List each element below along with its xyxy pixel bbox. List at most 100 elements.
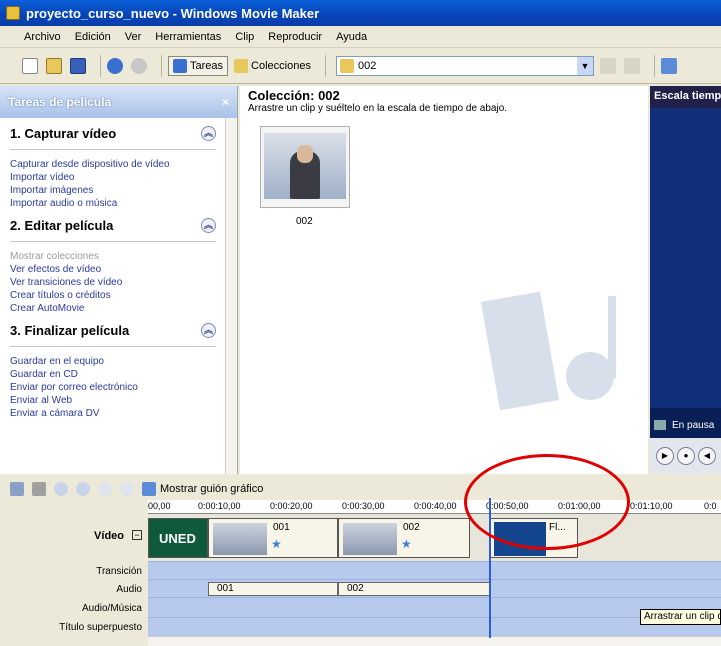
link-titles-credits[interactable]: Crear títulos o créditos [10, 289, 226, 302]
link-video-transitions[interactable]: Ver transiciones de vídeo [10, 276, 226, 289]
link-save-computer[interactable]: Guardar en el equipo [10, 355, 226, 368]
collection-dropdown[interactable]: 002 ▼ [335, 55, 594, 76]
video-clip-name: 002 [403, 522, 420, 533]
movie-tasks-pane: Tareas de película × 1. Capturar vídeo ︽… [0, 86, 238, 474]
audio-clip-002[interactable]: 002 [338, 582, 490, 596]
section-edit-header[interactable]: 2. Editar película ︽ [10, 218, 226, 233]
divider [10, 149, 216, 150]
chevron-down-icon[interactable]: ▼ [576, 56, 593, 75]
up-button[interactable] [599, 57, 616, 74]
play-timeline-icon[interactable] [120, 482, 134, 496]
open-button[interactable] [46, 57, 62, 74]
zoom-out-icon[interactable] [76, 482, 90, 496]
section-finish-title: 3. Finalizar película [10, 323, 130, 338]
menu-ver[interactable]: Ver [125, 31, 142, 43]
menu-bar: Archivo Edición Ver Herramientas Clip Re… [0, 26, 721, 48]
preview-monitor: Escala tiemp En pausa ▶ ● ◀ [650, 86, 721, 474]
undo-button[interactable] [107, 57, 123, 74]
divider [10, 241, 216, 242]
narrate-icon[interactable] [32, 482, 46, 496]
section-finish-header[interactable]: 3. Finalizar película ︽ [10, 323, 226, 338]
collections-button[interactable]: Colecciones [234, 58, 311, 73]
movie-tasks-title: Tareas de película [8, 95, 112, 109]
ruler-tick: 00,00 [148, 501, 171, 511]
new-folder-icon [623, 57, 640, 74]
link-show-collections[interactable]: Mostrar colecciones [10, 250, 226, 263]
title-overlay-track[interactable] [148, 618, 721, 638]
video-clip-002[interactable]: 002 ★ [338, 518, 470, 558]
video-clip-uned[interactable]: UNED [148, 518, 208, 558]
preview-status-text: En pausa [672, 419, 715, 431]
collection-clip[interactable] [260, 126, 350, 208]
ruler-tick: 0:00:40,00 [414, 501, 457, 511]
menu-archivo[interactable]: Archivo [24, 31, 61, 43]
track-label-transition: Transición [96, 566, 142, 577]
ruler-tick: 0:00:20,00 [270, 501, 313, 511]
open-folder-icon [46, 57, 62, 74]
video-clip-name: 001 [273, 522, 290, 533]
taskpane-scrollbar[interactable] [225, 118, 237, 474]
timeline-ruler[interactable]: 00,00 0:00:10,00 0:00:20,00 0:00:30,00 0… [148, 500, 721, 514]
ruler-tick: 0:00:10,00 [198, 501, 241, 511]
rewind-icon[interactable] [98, 482, 112, 496]
menu-edicion[interactable]: Edición [75, 31, 111, 43]
effect-star-icon: ★ [271, 537, 282, 551]
audio-track[interactable]: 001 002 [148, 580, 721, 598]
toolbar-separator [324, 54, 326, 77]
menu-reproducir[interactable]: Reproducir [268, 31, 322, 43]
ruler-tick: 0:01:10,00 [630, 501, 673, 511]
storyboard-icon[interactable] [142, 482, 156, 496]
audio-clip-001[interactable]: 001 [208, 582, 338, 596]
menu-clip[interactable]: Clip [235, 31, 254, 43]
video-clip-001[interactable]: 001 ★ [208, 518, 338, 558]
new-collection-button[interactable] [623, 57, 640, 74]
transition-track[interactable] [148, 562, 721, 580]
link-send-email[interactable]: Enviar por correo electrónico [10, 381, 226, 394]
previous-button[interactable]: ◀ [698, 447, 716, 465]
views-button[interactable] [660, 57, 677, 74]
collection-subtitle: Arrastre un clip y suéltelo en la escala… [248, 103, 508, 114]
tasks-button[interactable]: Tareas [168, 55, 229, 76]
collection-icon [339, 58, 354, 73]
section-capture-header[interactable]: 1. Capturar vídeo ︽ [10, 126, 226, 141]
ruler-tick: 0:0 [704, 501, 717, 511]
stop-button[interactable]: ● [677, 447, 695, 465]
link-automovie[interactable]: Crear AutoMovie [10, 302, 226, 315]
collapse-up-icon[interactable]: ︽ [201, 323, 216, 338]
clip-thumbnail [213, 523, 267, 555]
collection-title: Colección: 002 [248, 88, 340, 103]
collection-pane: Colección: 002 Arrastre un clip y suélte… [240, 86, 648, 474]
link-send-dv[interactable]: Enviar a cámara DV [10, 407, 226, 420]
preview-screen [650, 108, 721, 408]
timeline-scrollbar[interactable] [148, 636, 721, 646]
link-import-video[interactable]: Importar vídeo [10, 171, 226, 184]
link-capture-device[interactable]: Capturar desde dispositivo de vídeo [10, 158, 226, 171]
play-button[interactable]: ▶ [656, 447, 674, 465]
new-file-icon [22, 57, 38, 74]
menu-herramientas[interactable]: Herramientas [155, 31, 221, 43]
menu-ayuda[interactable]: Ayuda [336, 31, 367, 43]
close-icon[interactable]: × [222, 95, 229, 109]
video-track[interactable]: UNED 001 ★ 002 ★ Fl... [148, 514, 721, 562]
link-video-effects[interactable]: Ver efectos de vídeo [10, 263, 226, 276]
highlight-circle [464, 454, 630, 550]
toolbar-separator [100, 54, 101, 77]
toolbar: Tareas Colecciones 002 ▼ [0, 48, 721, 84]
section-capture-title: 1. Capturar vídeo [10, 126, 117, 141]
link-send-web[interactable]: Enviar al Web [10, 394, 226, 407]
show-storyboard-label[interactable]: Mostrar guión gráfico [160, 483, 263, 495]
redo-button[interactable] [131, 57, 147, 74]
link-import-audio[interactable]: Importar audio o música [10, 197, 226, 210]
collapse-up-icon[interactable]: ︽ [201, 218, 216, 233]
zoom-in-icon[interactable] [54, 482, 68, 496]
save-button[interactable] [70, 57, 86, 74]
link-save-cd[interactable]: Guardar en CD [10, 368, 226, 381]
link-import-images[interactable]: Importar imágenes [10, 184, 226, 197]
collection-dropdown-value: 002 [357, 59, 377, 72]
collapse-track-icon[interactable]: − [132, 530, 142, 540]
new-button[interactable] [22, 57, 38, 74]
timeline-icon[interactable] [10, 482, 24, 496]
divider [10, 346, 216, 347]
collapse-up-icon[interactable]: ︽ [201, 126, 216, 141]
audio-music-track[interactable] [148, 598, 721, 618]
